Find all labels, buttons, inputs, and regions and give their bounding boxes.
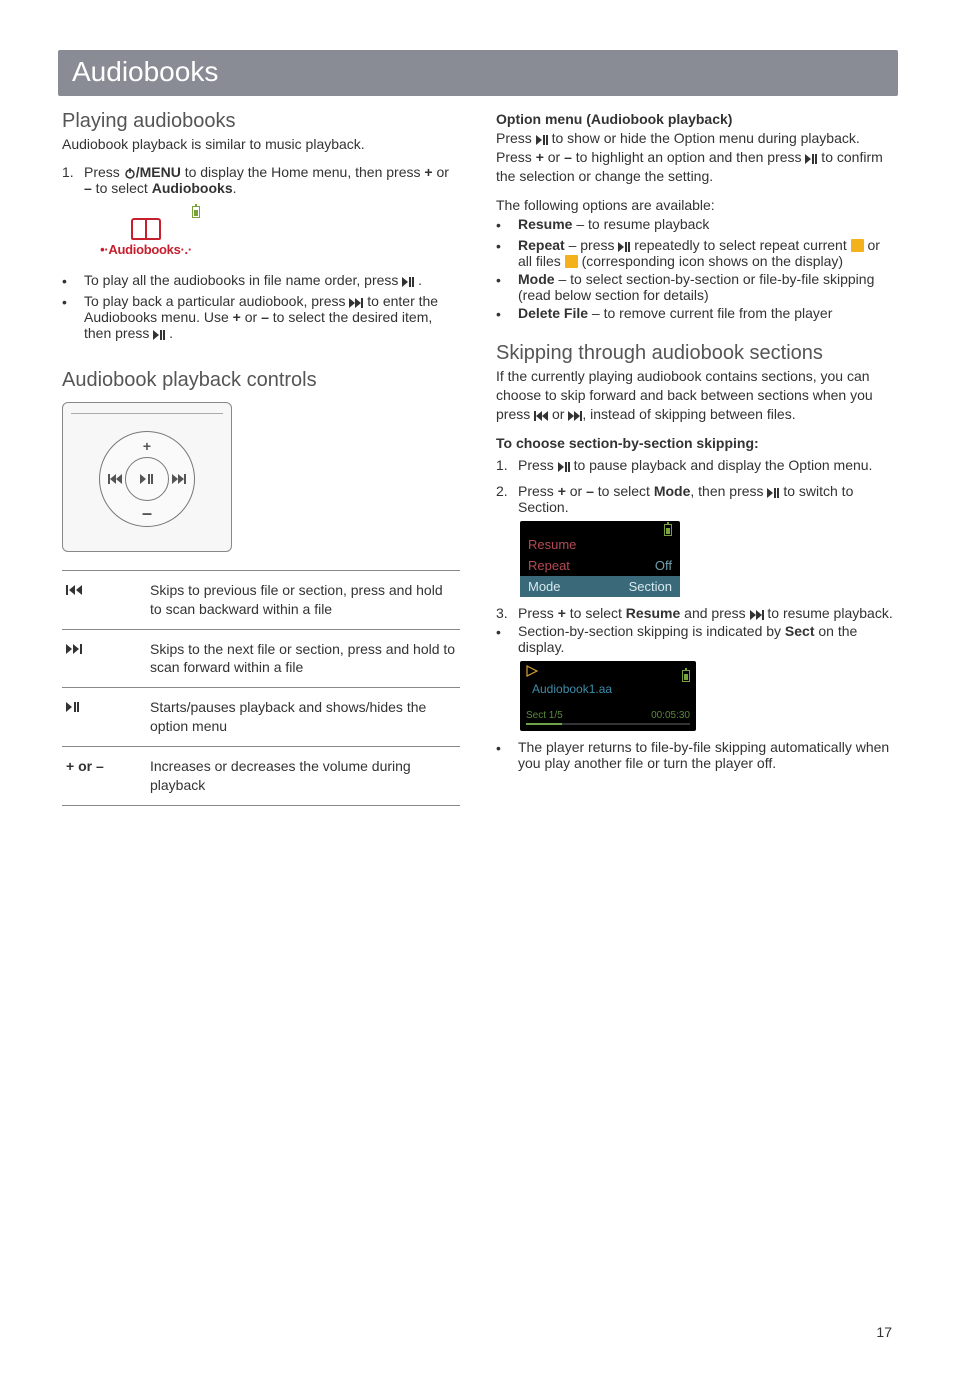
bullet-text: Section-by-section skipping is indicated… (518, 623, 894, 655)
heading-skipping: Skipping through audiobook sections (496, 342, 894, 365)
menu-mode-value: Section (629, 579, 672, 594)
bullet: • (496, 237, 518, 269)
play-pause-icon (125, 457, 169, 501)
next-icon (568, 411, 582, 421)
cell-text: Skips to previous file or section, press… (146, 570, 460, 629)
step-number: 1. (62, 164, 84, 196)
bullet-text: Resume – to resume playback (518, 216, 894, 235)
home-menu-label: •·Audiobooks·.· (100, 242, 192, 257)
repeat-one-icon (851, 239, 864, 252)
bullet: • (62, 293, 84, 341)
para-following: The following options are available: (496, 196, 894, 215)
table-row: Starts/pauses playback and shows/hides t… (62, 688, 460, 747)
table-row: Skips to previous file or section, press… (62, 570, 460, 629)
step-number: 3. (496, 605, 518, 621)
bullet-text: To play all the audiobooks in file name … (84, 272, 460, 291)
play-pause-icon (767, 488, 779, 498)
prev-icon (534, 411, 548, 421)
cell-text: Increases or decreases the volume during… (146, 747, 460, 806)
playback-screen: Audiobook1.aa Sect 1/5 00:05:30 (520, 661, 696, 731)
bullet-text: Mode – to select section-by-section or f… (518, 271, 894, 303)
play-pause-icon (62, 688, 146, 747)
play-pause-icon (618, 242, 630, 252)
play-pause-icon (805, 154, 817, 164)
bullet: • (496, 623, 518, 655)
playback-filename: Audiobook1.aa (526, 680, 690, 706)
menu-repeat: Repeat (528, 558, 570, 573)
bullet: • (62, 272, 84, 291)
para-playing: Audiobook playback is similar to music p… (62, 135, 460, 154)
power-icon (124, 167, 136, 179)
bullet-text: The player returns to file-by-file skipp… (518, 739, 894, 771)
playback-sect: Sect 1/5 (526, 710, 563, 721)
heading-playing: Playing audiobooks (62, 110, 460, 133)
play-pause-icon (153, 330, 165, 340)
repeat-all-icon (565, 255, 578, 268)
bullet: • (496, 271, 518, 303)
page-title: Audiobooks (58, 50, 898, 96)
option-menu-screen: Resume Repeat Off Mode Section (520, 521, 680, 597)
step-number: 1. (496, 457, 518, 473)
battery-icon (192, 206, 200, 218)
prev-icon (108, 471, 122, 487)
bullet: • (496, 216, 518, 235)
progress-bar (526, 723, 690, 725)
step-text: Press /MENU to display the Home menu, th… (84, 164, 460, 196)
play-pause-icon (558, 462, 570, 472)
bullet-text: To play back a particular audiobook, pre… (84, 293, 460, 341)
heading-choose: To choose section-by-section skipping: (496, 434, 894, 453)
playback-time: 00:05:30 (651, 710, 690, 721)
next-icon (172, 471, 186, 487)
heading-controls: Audiobook playback controls (62, 369, 460, 392)
cell-key: + or – (62, 747, 146, 806)
bullet-text: Repeat – press repeatedly to select repe… (518, 237, 894, 269)
step-text: Press to pause playback and display the … (518, 457, 872, 473)
home-menu-illustration: •·Audiobooks·.· (86, 202, 206, 262)
cell-text: Starts/pauses playback and shows/hides t… (146, 688, 460, 747)
bullet: • (496, 739, 518, 771)
table-row: Skips to the next file or section, press… (62, 629, 460, 688)
next-icon (750, 610, 764, 620)
menu-mode: Mode (528, 579, 561, 594)
play-pause-icon (536, 135, 548, 145)
step-number: 2. (496, 483, 518, 515)
next-icon (62, 629, 146, 688)
battery-icon (664, 524, 672, 536)
plus-label: + (143, 438, 151, 454)
minus-label: – (142, 503, 152, 524)
controls-table: Skips to previous file or section, press… (62, 570, 460, 806)
table-row: + or – Increases or decreases the volume… (62, 747, 460, 806)
bullet: • (496, 305, 518, 324)
play-outline-icon (526, 665, 538, 680)
menu-resume: Resume (528, 537, 576, 552)
menu-repeat-value: Off (655, 558, 672, 573)
play-pause-icon (402, 277, 414, 287)
heading-option-menu: Option menu (Audiobook playback) (496, 110, 894, 129)
next-icon (349, 298, 363, 308)
bullet-text: Delete File – to remove current file fro… (518, 305, 894, 324)
battery-icon (682, 670, 690, 682)
step-text: Press + to select Resume and press to re… (518, 605, 893, 621)
para-option: Press to show or hide the Option menu du… (496, 129, 894, 186)
page-number: 17 (876, 1324, 892, 1340)
controls-diagram: + – (62, 402, 232, 552)
book-icon (131, 218, 161, 240)
para-skipping: If the currently playing audiobook conta… (496, 367, 894, 424)
step-text: Press + or – to select Mode, then press … (518, 483, 894, 515)
prev-icon (62, 570, 146, 629)
cell-text: Skips to the next file or section, press… (146, 629, 460, 688)
